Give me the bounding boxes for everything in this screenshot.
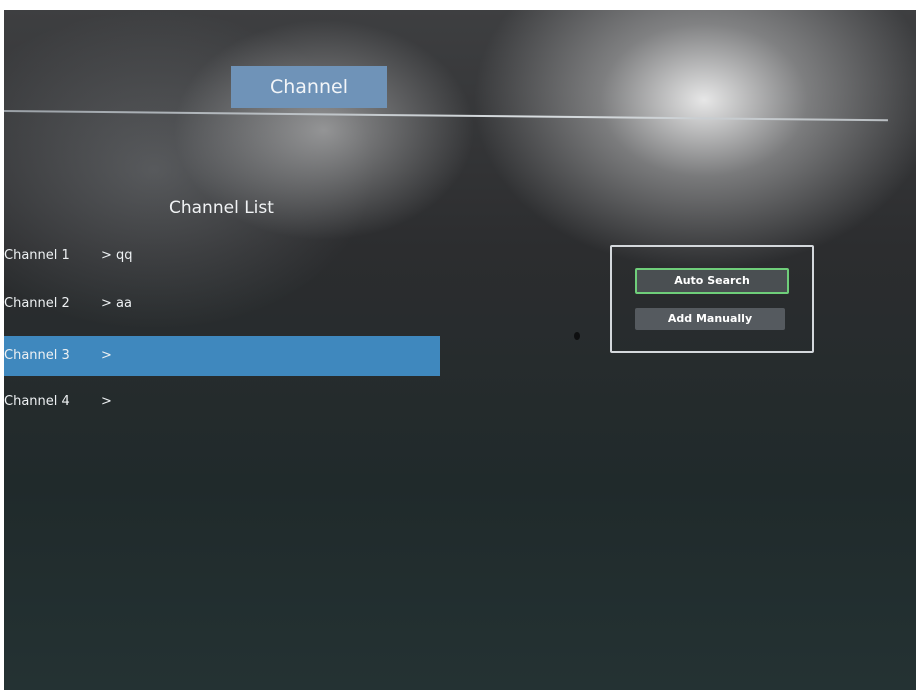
channel-value: > aa: [101, 296, 132, 311]
channel-row-3[interactable]: Channel 3 >: [4, 336, 440, 376]
channel-value: >: [101, 348, 112, 363]
page-title-tab: Channel: [231, 66, 387, 108]
header-divider: [4, 110, 888, 122]
add-manually-button[interactable]: Add Manually: [635, 308, 785, 330]
channel-value: >: [101, 394, 112, 409]
cursor-dot: [574, 332, 580, 340]
page-title: Channel: [269, 76, 348, 98]
channel-name: Channel 2: [4, 296, 70, 311]
channel-row-1[interactable]: Channel 1 > qq: [4, 236, 440, 276]
channel-row-4[interactable]: Channel 4 >: [4, 382, 440, 422]
channel-list-title: Channel List: [169, 198, 274, 218]
channel-value: > qq: [101, 248, 133, 263]
action-panel: Auto Search Add Manually: [610, 245, 814, 353]
channel-name: Channel 1: [4, 248, 70, 263]
tv-screen: Channel Channel List Channel 1 > qq Chan…: [4, 10, 916, 690]
channel-row-2[interactable]: Channel 2 > aa: [4, 284, 440, 324]
channel-name: Channel 4: [4, 394, 70, 409]
channel-name: Channel 3: [4, 348, 70, 363]
auto-search-button[interactable]: Auto Search: [635, 268, 789, 294]
